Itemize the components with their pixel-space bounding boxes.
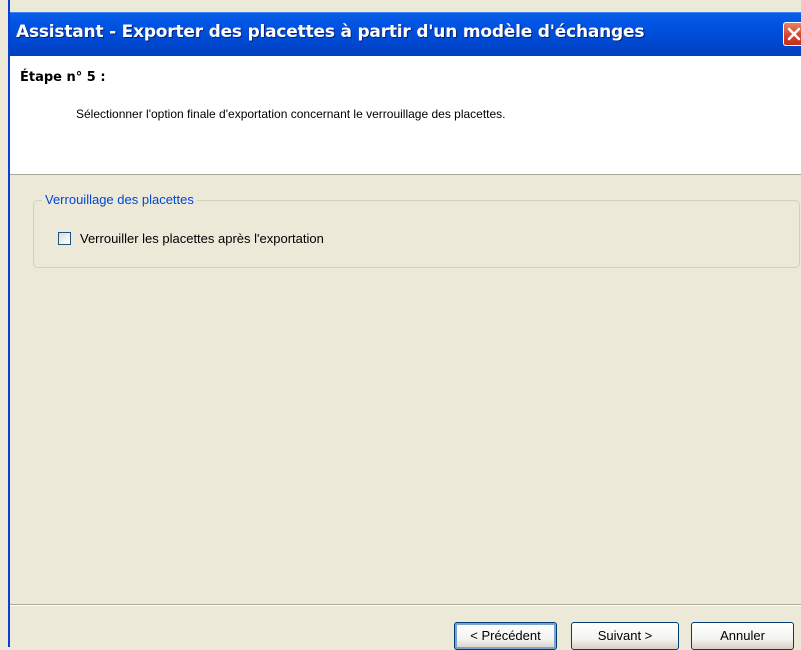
previous-button[interactable]: < Précédent: [454, 622, 557, 650]
step-title: Étape n° 5 :: [20, 70, 106, 85]
close-button[interactable]: [783, 22, 801, 46]
lock-checkbox-label[interactable]: Verrouiller les placettes après l'export…: [80, 231, 324, 246]
lock-groupbox: Verrouillage des placettes Verrouiller l…: [33, 192, 800, 268]
groupbox-legend: Verrouillage des placettes: [42, 192, 197, 207]
window-title: Assistant - Exporter des placettes à par…: [16, 22, 645, 42]
step-description: Sélectionner l'option finale d'exportati…: [76, 107, 506, 121]
next-button[interactable]: Suivant >: [571, 622, 679, 650]
close-icon: [787, 27, 801, 41]
lock-checkbox[interactable]: [58, 232, 71, 245]
title-bar[interactable]: Assistant - Exporter des placettes à par…: [10, 12, 801, 56]
footer-divider: [10, 604, 801, 606]
cancel-button[interactable]: Annuler: [691, 622, 794, 650]
wizard-header: Étape n° 5 : Sélectionner l'option final…: [10, 56, 801, 175]
wizard-window: Assistant - Exporter des placettes à par…: [8, 0, 801, 650]
